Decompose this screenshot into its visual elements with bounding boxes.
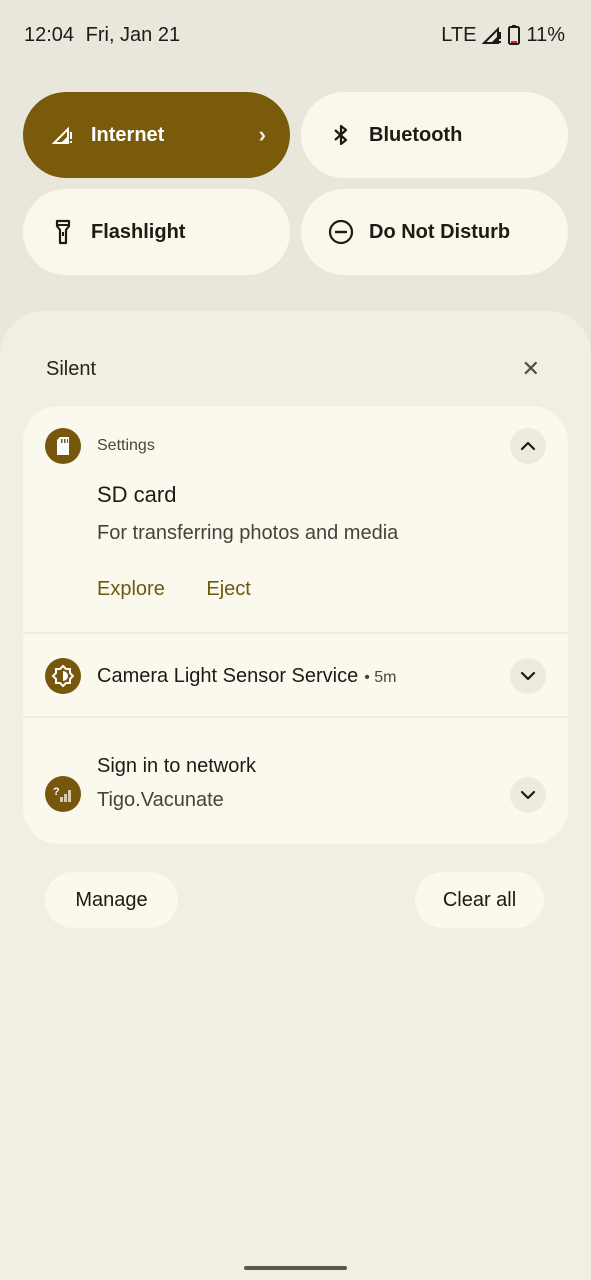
expand-button[interactable]	[510, 777, 546, 813]
bluetooth-icon	[327, 121, 355, 149]
battery-icon	[508, 25, 521, 45]
quick-settings: Internet › Bluetooth Flashlight Do Not D…	[23, 92, 568, 275]
notification-title: SD card	[97, 482, 177, 507]
internet-tile[interactable]: Internet ›	[23, 92, 290, 178]
status-bar: 12:04 Fri, Jan 21 LTE 11%	[0, 0, 591, 70]
battery-percent: 11%	[526, 23, 565, 46]
flashlight-label: Flashlight	[91, 220, 186, 243]
light-sensor-icon	[45, 658, 81, 694]
notification-body: For transferring photos and media	[97, 522, 399, 544]
notification-time: • 5m	[364, 669, 397, 686]
signal-icon	[482, 26, 502, 44]
camera-light-sensor-notification[interactable]: Camera Light Sensor Service • 5m	[23, 634, 568, 718]
do-not-disturb-icon	[327, 218, 355, 246]
do-not-disturb-tile[interactable]: Do Not Disturb	[301, 189, 568, 275]
sd-card-notification[interactable]: Settings SD card For transferring photos…	[23, 406, 568, 634]
status-right: LTE 11%	[441, 24, 565, 47]
expand-button[interactable]	[510, 658, 546, 694]
notification-title-text: Camera Light Sensor Service	[97, 665, 359, 687]
clock: 12:04	[24, 23, 75, 46]
notification-group: Settings SD card For transferring photos…	[23, 406, 568, 844]
close-icon[interactable]: ✕	[522, 356, 540, 382]
flashlight-icon	[49, 218, 77, 246]
silent-section-header: Silent ✕	[46, 356, 546, 382]
notification-title: Camera Light Sensor Service • 5m	[97, 665, 397, 688]
flashlight-tile[interactable]: Flashlight	[23, 189, 290, 275]
chevron-up-icon	[520, 441, 536, 451]
svg-text:?: ?	[53, 786, 60, 798]
date: Fri, Jan 21	[85, 23, 181, 46]
chevron-down-icon	[520, 671, 536, 681]
chevron-down-icon	[520, 790, 536, 800]
eject-button[interactable]: Eject	[206, 578, 250, 600]
signal-icon	[49, 121, 77, 149]
section-title: Silent	[46, 357, 97, 380]
app-name: Settings	[97, 437, 155, 454]
clear-all-button[interactable]: Clear all	[415, 872, 544, 928]
home-indicator[interactable]	[244, 1266, 347, 1270]
collapse-button[interactable]	[510, 428, 546, 464]
bluetooth-tile[interactable]: Bluetooth	[301, 92, 568, 178]
wifi-question-icon: ?	[45, 776, 81, 812]
sd-card-icon	[45, 428, 81, 464]
bluetooth-label: Bluetooth	[369, 123, 463, 146]
explore-button[interactable]: Explore	[97, 578, 165, 600]
notification-title: Sign in to network	[97, 755, 256, 777]
notification-body: Tigo.Vacunate	[97, 789, 224, 811]
notification-actions: Explore Eject	[97, 578, 287, 601]
chevron-right-icon: ›	[258, 122, 266, 147]
sign-in-network-notification[interactable]: ? Sign in to network Tigo.Vacunate	[23, 718, 568, 844]
internet-label: Internet	[91, 123, 165, 146]
manage-button[interactable]: Manage	[45, 872, 178, 928]
do-not-disturb-label: Do Not Disturb	[369, 220, 511, 243]
status-left: 12:04 Fri, Jan 21	[24, 24, 180, 47]
network-type: LTE	[441, 23, 477, 46]
